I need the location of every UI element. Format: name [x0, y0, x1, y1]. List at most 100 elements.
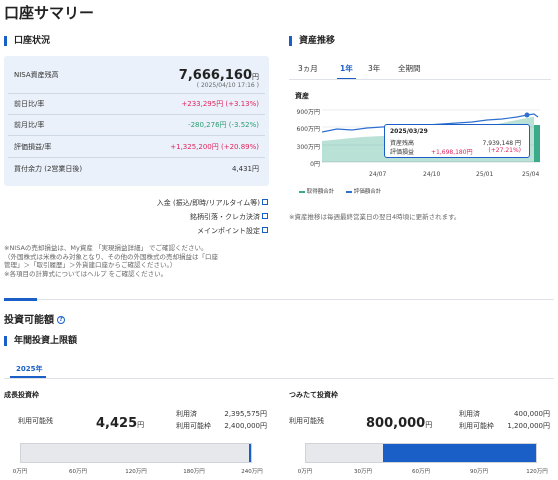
tsumitate-available-value: 800,000: [366, 416, 426, 431]
annual-limit-title: 年間投資上限額: [4, 336, 77, 346]
legend-swatch-valuation: [346, 190, 353, 193]
divider: [8, 157, 265, 158]
account-section-title: 口座状況: [4, 36, 50, 46]
chart-y-title: 資産: [295, 92, 309, 100]
tsumitate-available: 800,000円: [366, 412, 432, 431]
tooltip-asset-value: 7,939,148 円: [482, 140, 521, 147]
note-line: ※各項目の計算式についてはヘルプ をご確認ください。: [4, 269, 168, 278]
main-point-link[interactable]: メインポイント設定: [197, 226, 268, 236]
account-notes: ※NISAの売却損益は、My資産 「実現損益詳細」 でご確認ください。 （外国株…: [4, 244, 284, 278]
tick-label: 120万円: [526, 469, 548, 475]
row-value: -280,276円 (-3.52%): [188, 121, 259, 129]
period-tabs: 3ヵ月 1年 3年 全期間: [296, 63, 546, 80]
link-label: メインポイント設定: [197, 227, 260, 235]
tsumitate-available-label: 利用可能残: [289, 417, 324, 425]
tsumitate-progress-fill: [382, 444, 536, 462]
tab-1year[interactable]: 1年: [337, 63, 356, 80]
deposit-link[interactable]: 入金 (振込/即時/リアルタイム等): [157, 198, 268, 208]
tabs-divider: [289, 79, 551, 80]
account-summary-box: NISA資産残高 7,666,160円 ( 2025/04/10 17:16 )…: [4, 56, 269, 186]
tick-label: 0万円: [12, 469, 28, 475]
external-link-icon: [262, 227, 268, 233]
tab-all-period[interactable]: 全期間: [398, 63, 421, 74]
section-divider-accent: [4, 298, 37, 301]
tsumitate-quota-title: つみたて投資枠: [289, 391, 338, 399]
row-label: 前日比/率: [14, 100, 45, 108]
tab-3months[interactable]: 3ヵ月: [298, 63, 318, 74]
growth-axis: 0万円 60万円 120万円 180万円 240万円: [13, 467, 263, 475]
tsumitate-unit: 円: [425, 421, 433, 429]
x-tick: 24/07: [369, 171, 387, 178]
chart-tooltip: 2025/03/29 資産残高 7,939,148 円 評価損益 +1,698,…: [384, 124, 530, 158]
growth-limit-value: 2,400,000円: [224, 422, 267, 430]
external-link-icon: [262, 199, 268, 205]
year-tab-divider: [4, 378, 554, 379]
tick-label: 60万円: [69, 469, 87, 475]
nisa-balance-unit: 円: [252, 73, 259, 81]
x-tick: 25/01: [476, 171, 494, 178]
tick-label: 240万円: [241, 469, 263, 475]
y-tick: 300万円: [296, 144, 320, 151]
tooltip-pl-label: 評価損益: [390, 149, 415, 156]
tick-label: 120万円: [125, 469, 147, 475]
trend-note: ※資産推移は毎週最終営業日の翌日4時頃に更新されます。: [289, 213, 461, 221]
growth-progress-fill: [21, 444, 251, 462]
tooltip-asset-label: 資産残高: [390, 140, 415, 147]
growth-available-label: 利用可能残: [18, 417, 53, 425]
invest-title: 投資可能額?: [4, 311, 65, 326]
legend-label: 評価額合計: [353, 189, 382, 195]
row-label: 評価損益/率: [14, 143, 52, 151]
row-value: +1,325,200円 (+20.89%): [170, 143, 259, 151]
tab-3years[interactable]: 3年: [368, 63, 380, 74]
tsumitate-used-label: 利用済: [459, 410, 480, 418]
note-line: 管理」＞「取引履歴」＞外貨建口座からご確認ください。）: [4, 261, 177, 269]
section-divider: [4, 299, 554, 300]
page-title: 口座サマリー: [4, 4, 95, 22]
year-tab-2025[interactable]: 2025年: [16, 364, 42, 374]
row-value: 4,431円: [231, 165, 259, 173]
note-line: ※NISAの売却損益は、My資産 「実現損益詳細」 でご確認ください。: [4, 244, 208, 252]
y-tick: 600万円: [296, 126, 320, 133]
tick-label: 30万円: [354, 469, 372, 475]
legend-swatch-acquisition: [299, 190, 305, 193]
y-tick: 900万円: [296, 109, 320, 116]
help-icon[interactable]: ?: [57, 316, 65, 324]
divider: [8, 135, 265, 136]
row-label: 買付余力 (2営業日後): [14, 165, 83, 173]
tooltip-pl-rate: (+27.21%): [488, 147, 521, 154]
row-label: 前月比/率: [14, 121, 45, 129]
tsumitate-progress-bar: [305, 443, 537, 463]
growth-progress-bar: [20, 443, 252, 463]
tick-label: 0万円: [297, 469, 313, 475]
balance-timestamp: ( 2025/04/10 17:16 ): [196, 82, 259, 89]
tick-label: 180万円: [183, 469, 205, 475]
tsumitate-used-value: 400,000円: [514, 410, 550, 418]
legend-label: 取得額合計: [306, 189, 335, 195]
tooltip-pl-value: +1,698,180円: [431, 149, 473, 156]
tsumitate-axis: 0万円 30万円 60万円 90万円 120万円: [298, 467, 548, 475]
link-label: 入金 (振込/即時/リアルタイム等): [156, 199, 260, 207]
growth-available-value: 4,425: [96, 416, 138, 431]
tick-label: 60万円: [412, 469, 430, 475]
withdraw-link[interactable]: 銘柄引落・クレカ決済: [190, 212, 268, 222]
x-tick: 25/04: [522, 171, 540, 178]
divider: [8, 114, 265, 115]
hover-point: [524, 112, 530, 118]
growth-used-label: 利用済: [176, 410, 197, 418]
growth-unit: 円: [137, 421, 145, 429]
tsumitate-limit-value: 1,200,000円: [507, 422, 550, 430]
trend-section-title: 資産推移: [289, 36, 335, 46]
latest-bar: [534, 125, 540, 162]
x-tick: 24/10: [423, 171, 441, 178]
note-line: （外国株式は米株のみ対象となり、その他の外国株式の売却損益は「口座: [4, 252, 219, 261]
external-link-icon: [262, 213, 268, 219]
growth-available: 4,425円: [96, 412, 144, 431]
tooltip-date: 2025/03/29: [390, 128, 428, 135]
nisa-balance-label: NISA資産残高: [14, 71, 59, 79]
row-value: +233,295円 (+3.13%): [181, 100, 259, 108]
invest-title-text: 投資可能額: [4, 315, 54, 326]
growth-quota-title: 成長投資枠: [4, 391, 39, 399]
divider: [8, 93, 265, 94]
growth-used-value: 2,395,575円: [224, 410, 267, 418]
tick-label: 90万円: [470, 469, 488, 475]
